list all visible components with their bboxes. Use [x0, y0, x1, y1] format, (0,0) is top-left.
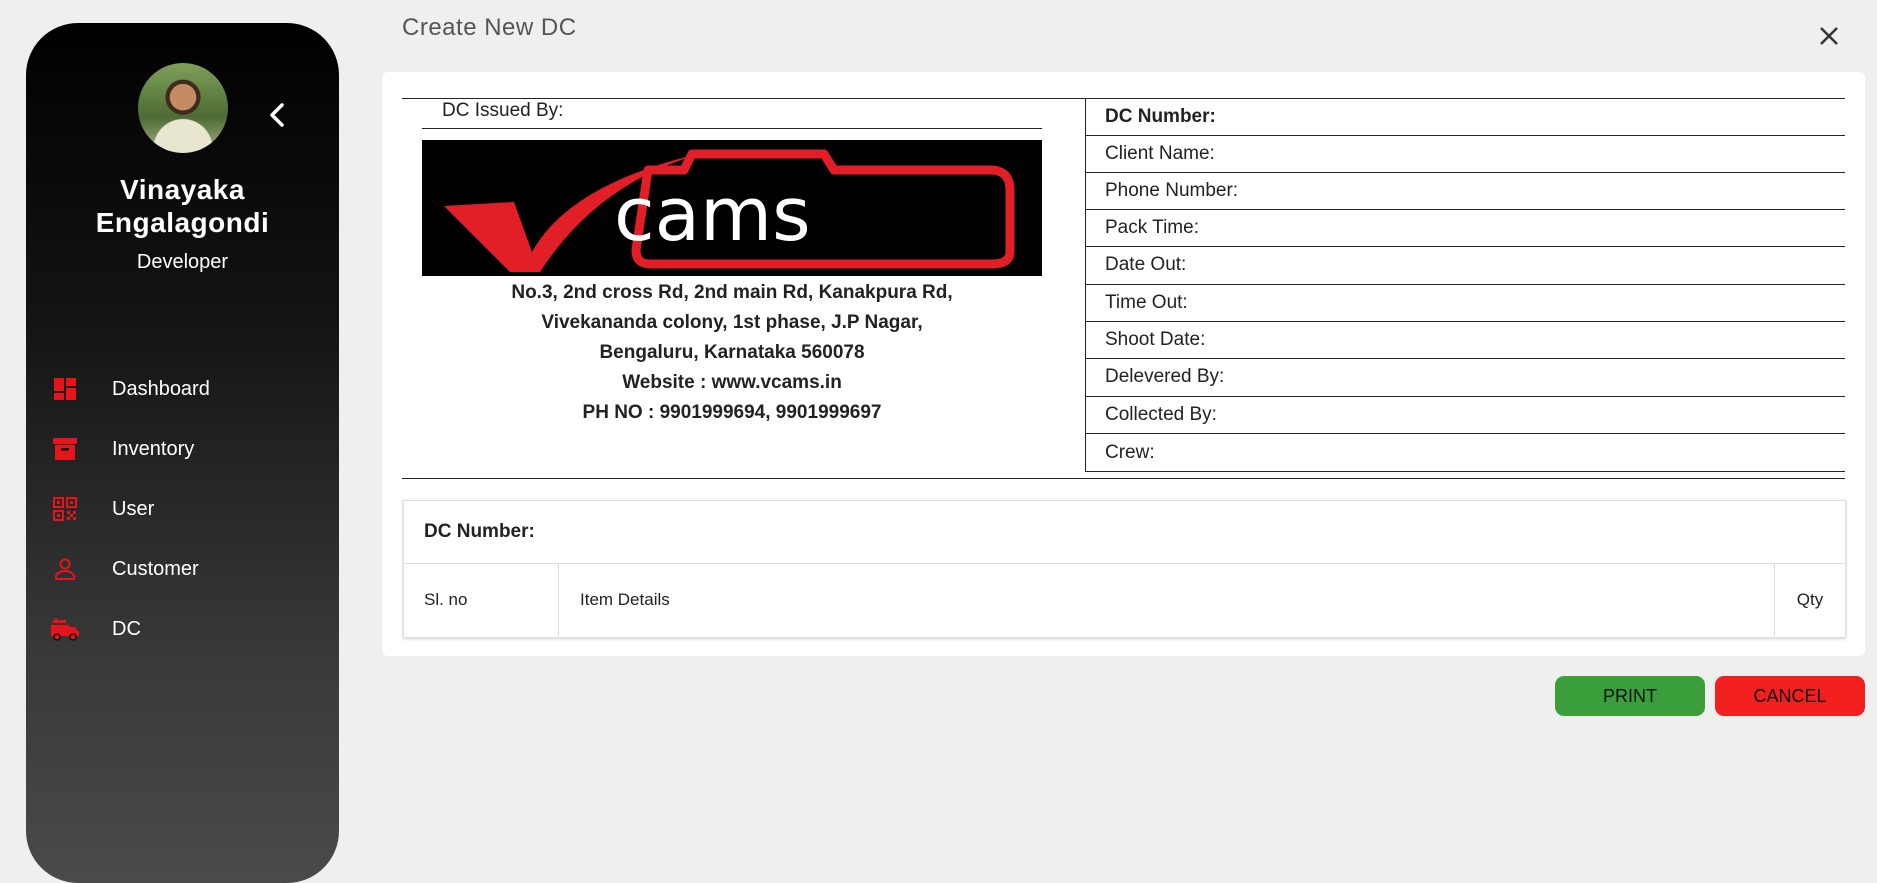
vcams-logo: cams: [422, 140, 1042, 276]
items-table: DC Number: Sl. no Item Details Qty: [403, 500, 1846, 638]
phone-line: PH NO : 9901999694, 9901999697: [582, 402, 882, 423]
person-icon: [50, 554, 80, 584]
cancel-button[interactable]: CANCEL: [1715, 676, 1865, 716]
field-time-out: Time Out:: [1105, 292, 1188, 313]
divider: [402, 478, 1845, 479]
user-last-name: Engalagondi: [95, 207, 270, 238]
archive-icon: [50, 434, 80, 464]
field-shoot-date: Shoot Date:: [1105, 329, 1206, 350]
sidebar-item-dc[interactable]: DC: [26, 599, 339, 659]
sidebar-item-inventory[interactable]: Inventory: [26, 419, 339, 479]
sidebar-item-user[interactable]: User: [26, 479, 339, 539]
sidebar-item-customer[interactable]: Customer: [26, 539, 339, 599]
logo-text: cams: [614, 172, 811, 258]
field-delivered-by: Delevered By:: [1105, 366, 1225, 387]
dialog-title: Create New DC: [402, 14, 577, 41]
sidebar: Vinayaka Engalagondi Developer Dashboard…: [26, 23, 339, 883]
sidebar-item-label: DC: [112, 617, 141, 640]
column-header-item-details: Item Details: [559, 564, 1775, 636]
user-role: Developer: [136, 251, 229, 273]
field-crew: Crew:: [1105, 442, 1155, 463]
field-pack-time: Pack Time:: [1105, 217, 1199, 238]
address-line: Bengaluru, Karnataka 560078: [599, 342, 865, 363]
close-button[interactable]: [1815, 22, 1843, 50]
avatar: [138, 63, 228, 153]
address-line: Vivekananda colony, 1st phase, J.P Nagar…: [541, 312, 923, 333]
collapse-sidebar-button[interactable]: [262, 95, 292, 135]
print-button[interactable]: PRINT: [1555, 676, 1705, 716]
website-line: Website : www.vcams.in: [622, 372, 842, 393]
qr-code-icon: [50, 494, 80, 524]
dc-form-card: DC Issued By: cams No.3, 2nd cross Rd, 2…: [382, 72, 1865, 656]
fire-truck-icon: [50, 614, 80, 644]
chevron-left-icon: [270, 103, 284, 127]
sidebar-item-label: Dashboard: [112, 377, 210, 400]
sidebar-item-dashboard[interactable]: Dashboard: [26, 359, 339, 419]
column-header-qty: Qty: [1796, 590, 1824, 609]
user-name: Vinayaka Engalagondi: [26, 173, 339, 239]
sidebar-item-label: Inventory: [112, 437, 195, 460]
table-header-row: Sl. no Item Details Qty: [404, 563, 1845, 636]
company-address: No.3, 2nd cross Rd, 2nd main Rd, Kanakpu…: [422, 278, 1042, 428]
user-first-name: Vinayaka: [120, 174, 245, 205]
divider: [422, 128, 1042, 129]
sidebar-nav: Dashboard Inventory User Customer DC: [26, 359, 339, 659]
close-icon: [1820, 27, 1838, 45]
field-client-name: Client Name:: [1105, 143, 1215, 164]
dc-form-header: DC Issued By: cams No.3, 2nd cross Rd, 2…: [402, 98, 1845, 479]
divider: [1085, 471, 1845, 472]
field-phone-number: Phone Number:: [1105, 180, 1239, 201]
field-collected-by: Collected By:: [1105, 404, 1217, 425]
sidebar-item-label: User: [112, 497, 155, 520]
field-dc-number: DC Number:: [1105, 106, 1216, 127]
column-header-sl-no: Sl. no: [404, 564, 559, 636]
sidebar-item-label: Customer: [112, 557, 199, 580]
field-date-out: Date Out:: [1105, 254, 1187, 275]
dashboard-icon: [50, 374, 80, 404]
address-line: No.3, 2nd cross Rd, 2nd main Rd, Kanakpu…: [511, 282, 953, 303]
issued-by-label: DC Issued By:: [442, 100, 564, 121]
table-title: DC Number:: [424, 521, 535, 542]
